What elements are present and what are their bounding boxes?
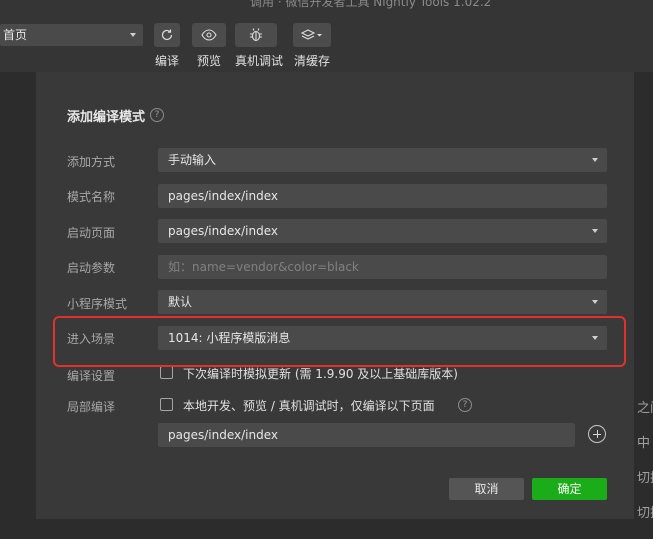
start-page-value: pages/index/index xyxy=(168,224,278,238)
background-text: 之间 xyxy=(637,401,653,416)
chevron-down-icon xyxy=(592,336,598,340)
compile-settings-label: 编译设置 xyxy=(67,369,116,383)
remote-debug-label: 真机调试 xyxy=(235,54,284,68)
remote-debug-button[interactable]: 真机调试 xyxy=(235,23,283,69)
background-text: 切换 xyxy=(637,471,653,486)
clear-cache-label: 清缓存 xyxy=(293,54,330,68)
window-title: 调用 · 微信开发者工具 Nightly Tools 1.02.2 xyxy=(250,0,492,9)
background-text: 切换 xyxy=(637,506,653,521)
background-text: 中 xyxy=(637,436,651,451)
preview-button[interactable]: 预览 xyxy=(192,23,226,69)
compile-mode-dialog: 添加编译模式 ? 添加方式 手动输入 模式名称 pages/index/inde… xyxy=(36,72,634,519)
clear-cache-button[interactable]: 清缓存 xyxy=(293,23,331,69)
scene-select[interactable]: 1014: 小程序模版消息 xyxy=(158,326,607,350)
mode-name-input[interactable]: pages/index/index xyxy=(158,184,607,208)
chevron-down-icon xyxy=(592,300,598,304)
toolbar: 调用 · 微信开发者工具 Nightly Tools 1.02.2 首页 编译 … xyxy=(0,0,653,72)
add-icon[interactable] xyxy=(588,425,606,443)
dialog-title: 添加编译模式 xyxy=(67,110,146,125)
mini-mode-value: 默认 xyxy=(168,295,193,309)
partial-compile-checkbox[interactable] xyxy=(160,398,173,411)
cancel-button[interactable]: 取消 xyxy=(449,478,524,500)
help-icon[interactable]: ? xyxy=(150,108,164,122)
confirm-button[interactable]: 确定 xyxy=(532,478,607,500)
partial-compile-text: 本地开发、预览 / 真机调试时，仅编译以下页面 xyxy=(183,399,435,413)
start-page-label: 启动页面 xyxy=(67,226,116,240)
mode-name-label: 模式名称 xyxy=(67,190,116,204)
mini-mode-label: 小程序模式 xyxy=(67,297,128,311)
compile-label: 编译 xyxy=(154,54,179,68)
partial-compile-label: 局部编译 xyxy=(67,400,116,414)
chevron-down-icon xyxy=(592,229,598,233)
bug-icon xyxy=(235,23,277,47)
partial-page-input[interactable]: pages/index/index xyxy=(158,423,575,447)
eye-icon xyxy=(192,23,226,47)
layers-icon xyxy=(293,23,331,47)
compile-button[interactable]: 编译 xyxy=(154,23,180,69)
scene-value: 1014: 小程序模版消息 xyxy=(168,331,291,345)
refresh-icon xyxy=(154,23,180,47)
add-method-label: 添加方式 xyxy=(67,155,116,169)
preview-label: 预览 xyxy=(196,54,221,68)
chevron-down-icon xyxy=(592,158,598,162)
mini-mode-select[interactable]: 默认 xyxy=(158,290,607,314)
start-params-label: 启动参数 xyxy=(67,261,116,275)
add-method-select[interactable]: 手动输入 xyxy=(158,148,607,172)
simulate-update-text: 下次编译时模拟更新 (需 1.9.90 及以上基础库版本) xyxy=(183,367,458,381)
help-icon[interactable]: ? xyxy=(458,398,472,412)
simulate-update-checkbox[interactable] xyxy=(160,366,173,379)
chevron-down-icon xyxy=(130,33,136,37)
page-select-value: 首页 xyxy=(3,28,28,42)
scene-label: 进入场景 xyxy=(67,332,116,346)
page-select[interactable]: 首页 xyxy=(0,24,143,46)
start-params-input[interactable]: 如：name=vendor&color=black xyxy=(158,255,607,279)
add-method-value: 手动输入 xyxy=(168,153,217,167)
start-page-select[interactable]: pages/index/index xyxy=(158,219,607,243)
